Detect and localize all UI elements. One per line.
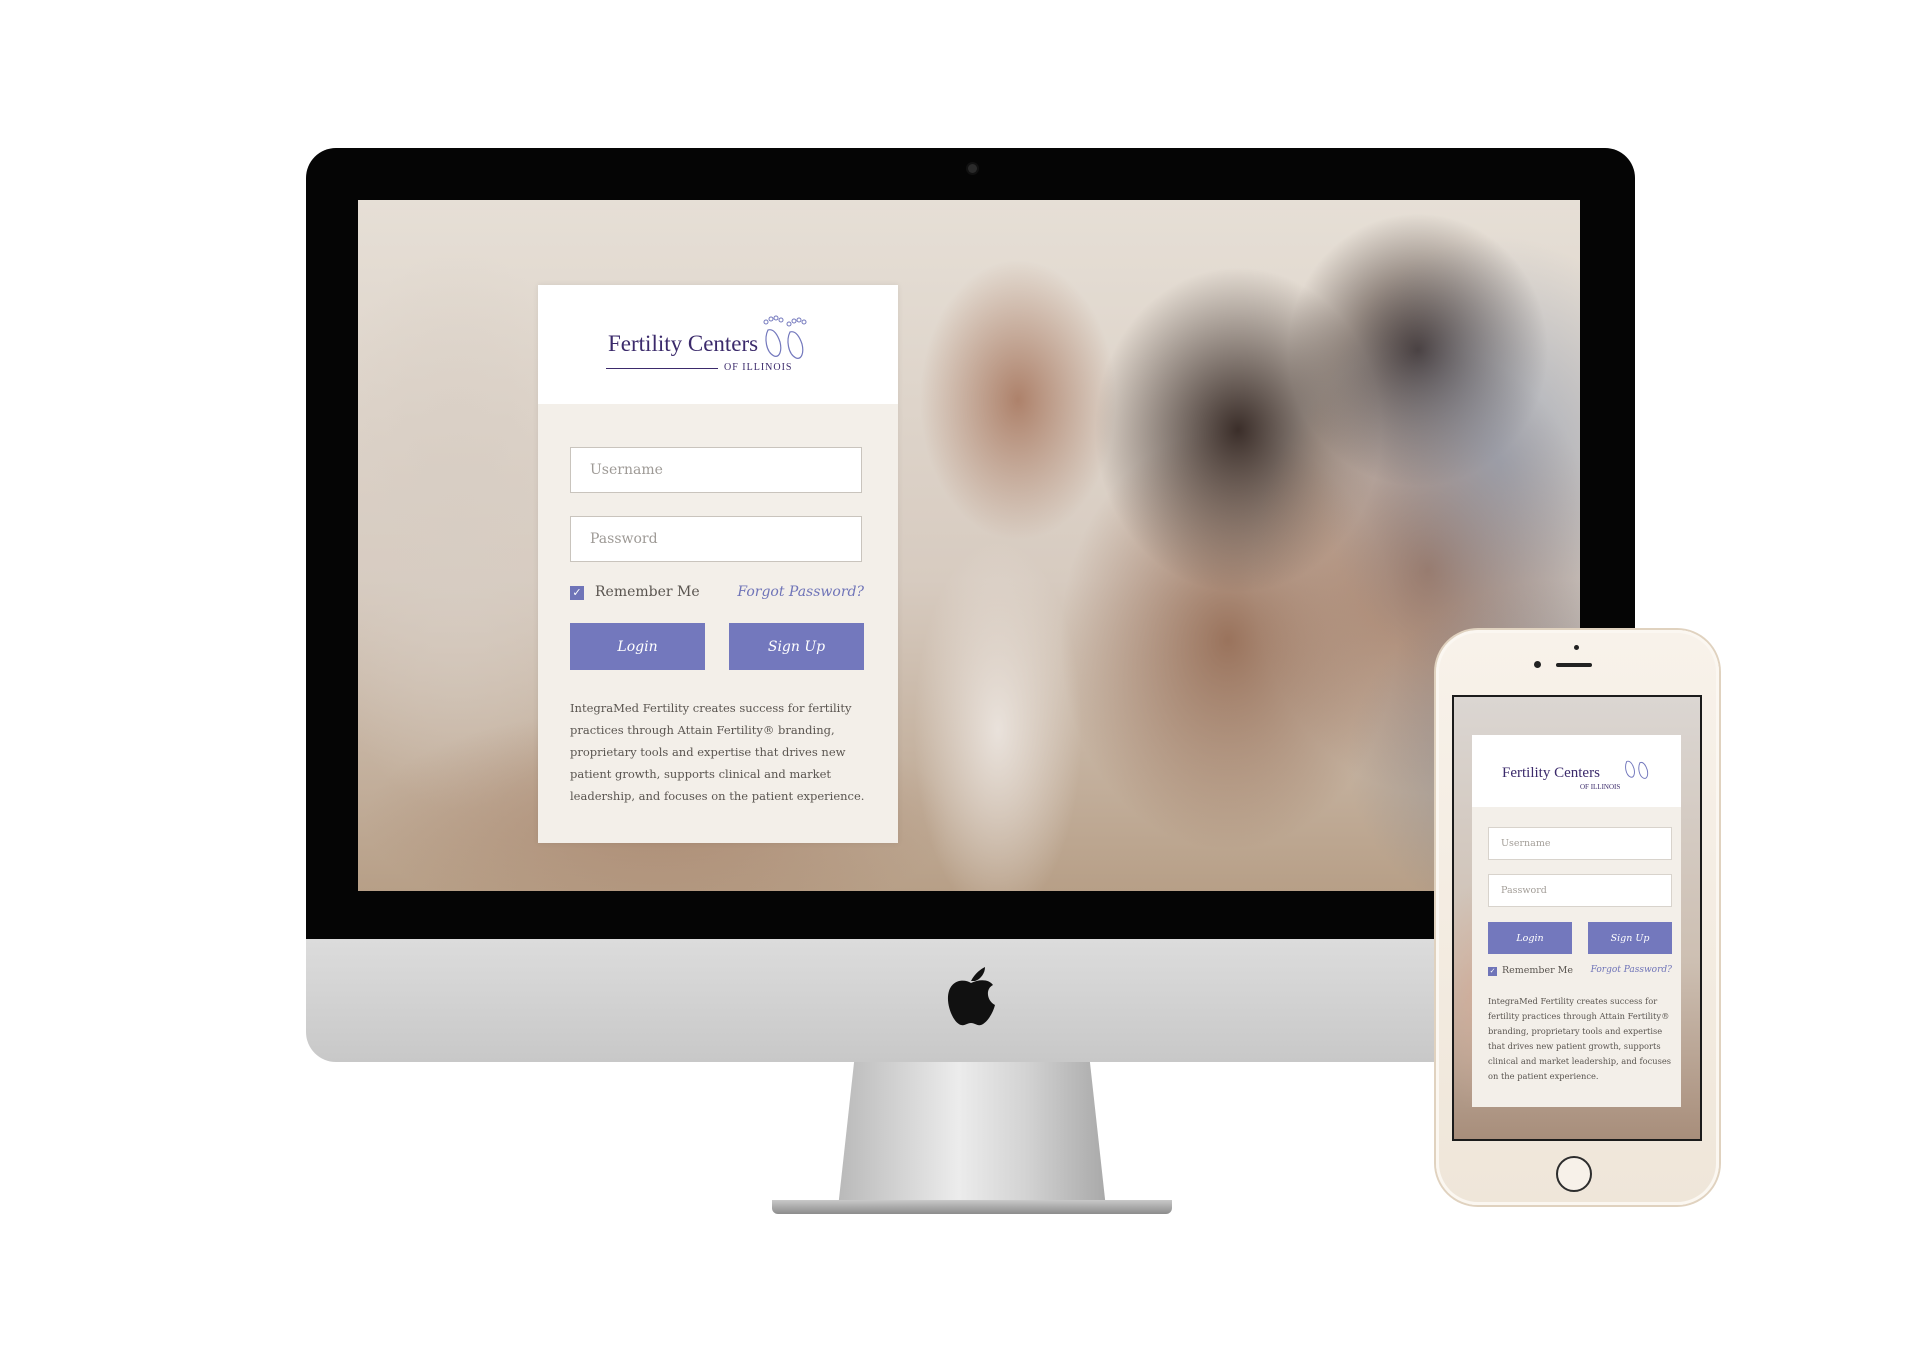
phone-remember-me-label[interactable]: Remember Me — [1502, 965, 1573, 976]
forgot-password-link[interactable]: Forgot Password? — [737, 584, 864, 600]
phone-brand-subname: OF ILLINOIS — [1580, 783, 1621, 791]
login-card: Fertility Centers OF ILLINOIS ✓ Remember… — [538, 285, 898, 843]
checkmark-icon: ✓ — [1489, 967, 1496, 975]
phone-login-card: Fertility Centers OF ILLINOIS Login Sign… — [1472, 735, 1681, 1107]
desktop-screen: Fertility Centers OF ILLINOIS ✓ Remember… — [358, 200, 1580, 891]
imac-stand — [838, 1062, 1106, 1208]
remember-me-checkbox[interactable]: ✓ — [570, 586, 584, 600]
login-button[interactable]: Login — [570, 623, 705, 670]
phone-description-text: IntegraMed Fertility creates success for… — [1488, 996, 1672, 1081]
brand-underline — [606, 368, 718, 369]
phone-home-button[interactable] — [1556, 1156, 1592, 1192]
phone-sensor — [1574, 645, 1579, 650]
phone-password-input[interactable] — [1488, 874, 1672, 907]
remember-row: ✓ Remember Me Forgot Password? — [570, 584, 864, 604]
phone-username-input[interactable] — [1488, 827, 1672, 860]
remember-me-label[interactable]: Remember Me — [595, 584, 700, 600]
phone-login-button[interactable]: Login — [1488, 922, 1572, 954]
password-input[interactable] — [570, 516, 862, 562]
phone-speaker — [1556, 663, 1592, 667]
phone-forgot-password-link[interactable]: Forgot Password? — [1591, 965, 1672, 975]
baby-feet-icon — [763, 315, 807, 359]
checkmark-icon: ✓ — [572, 586, 582, 599]
apple-logo — [947, 967, 995, 1026]
phone-camera — [1534, 661, 1541, 668]
baby-feet-icon — [1625, 760, 1649, 779]
phone-screen-background: Fertility Centers OF ILLINOIS Login Sign… — [1454, 697, 1700, 1139]
phone-brand-name: Fertility Centers — [1502, 765, 1600, 781]
phone-remember-me-checkbox[interactable]: ✓ — [1488, 967, 1497, 976]
username-input[interactable] — [570, 447, 862, 493]
phone-remember-row: ✓ Remember Me Forgot Password? — [1488, 965, 1672, 979]
phone-screen: Fertility Centers OF ILLINOIS Login Sign… — [1452, 695, 1702, 1141]
phone-logo: Fertility Centers OF ILLINOIS — [1472, 735, 1681, 807]
imac-stand-base — [772, 1200, 1172, 1214]
brand-name: Fertility Centers — [608, 331, 759, 356]
brand-subname: OF ILLINOIS — [724, 362, 793, 373]
phone-frame: Fertility Centers OF ILLINOIS Login Sign… — [1436, 630, 1719, 1205]
sign-up-button[interactable]: Sign Up — [729, 623, 864, 670]
webcam — [968, 164, 977, 173]
phone-sign-up-button[interactable]: Sign Up — [1588, 922, 1672, 954]
description-text: IntegraMed Fertility creates success for… — [570, 701, 865, 803]
logo: Fertility Centers OF ILLINOIS — [538, 285, 898, 404]
